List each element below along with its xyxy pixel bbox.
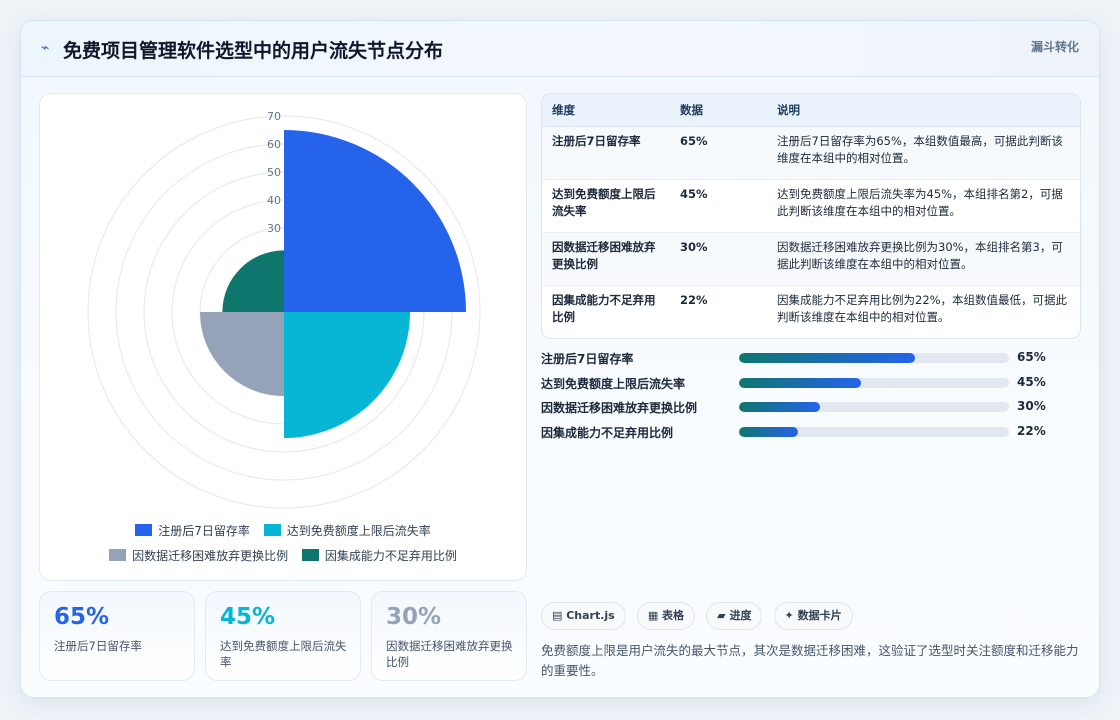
legend-swatch-3 [301, 549, 319, 561]
polar-chart-panel: 30 40 50 60 70 注册后7日留存率 达到免费额度上限后流失率 因数据迁移困难… [39, 93, 527, 581]
progress-fill [739, 353, 915, 363]
progress-value: 22% [1017, 423, 1046, 438]
radial-tick-label: 30 [267, 222, 281, 235]
progress-fill [739, 426, 799, 437]
cell-value: 45% [670, 179, 767, 233]
radial-tick-label: 50 [267, 166, 281, 179]
cell-dimension: 因数据迁移困难放弃更换比例 [542, 232, 670, 286]
progress-fill [739, 402, 820, 412]
cell-description: 因数据迁移困难放弃更换比例为30%，本组排名第3，可据此判断该维度在本组中的相对… [767, 232, 1080, 286]
dashboard-card: ⌁ 免费项目管理软件选型中的用户流失节点分布 漏斗转化 30 40 50 60 70 注… [20, 20, 1100, 698]
chip-chartjs[interactable]: ▤ Chart.js [541, 602, 626, 630]
kpi-value: 30% [386, 604, 442, 630]
tech-chips: ▤ Chart.js ▦ 表格 ▰ 进度 ✦ 数据卡片 [541, 602, 859, 630]
legend-label: 达到免费额度上限后流失率 [286, 524, 431, 538]
kpi-label: 注册后7日留存率 [54, 639, 142, 653]
polar-area-chart: 30 40 50 60 70 [87, 110, 481, 509]
progress-label: 达到免费额度上限后流失率 [541, 376, 686, 391]
progress-label: 注册后7日留存率 [541, 352, 634, 366]
cell-value: 65% [670, 126, 767, 180]
legend-swatch-2 [109, 549, 127, 561]
legend-label: 注册后7日留存率 [158, 524, 250, 538]
polar-segment-1[interactable] [284, 312, 410, 438]
data-table: 维度 数据 说明 注册后7日留存率 65% 注册后7日留存率为65%，本组数值最… [541, 93, 1081, 339]
header-tag: 漏斗转化 [1030, 40, 1079, 54]
progress-list: 注册后7日留存率 65% 达到免费额度上限后流失率 45% 因数据迁移困难放弃更… [541, 348, 1081, 446]
chart-legend: 注册后7日留存率 达到免费额度上限后流失率 因数据迁移困难放弃更换比例 因集成能… [40, 522, 526, 564]
summary-text: 免费额度上限是用户流失的最大节点，其次是数据迁移困难，这验证了选型时关注额度和迁… [541, 643, 1079, 678]
progress-track [739, 402, 1009, 412]
radial-tick-label: 40 [267, 194, 281, 207]
polar-segment-3[interactable] [222, 250, 284, 312]
progress-value: 65% [1017, 350, 1046, 364]
legend-label: 因数据迁移困难放弃更换比例 [132, 549, 289, 563]
legend-item[interactable]: 达到免费额度上限后流失率 [263, 522, 431, 539]
kpi-value: 45% [220, 604, 276, 630]
kpi-card: 65% 注册后7日留存率 [39, 591, 195, 681]
table-row: 达到免费额度上限后流失率 45% 达到免费额度上限后流失率为45%，本组排名第2… [542, 179, 1080, 233]
progress-row: 因数据迁移困难放弃更换比例 30% [541, 397, 1081, 422]
cell-description: 达到免费额度上限后流失率为45%，本组排名第2，可据此判断该维度在本组中的相对位… [767, 179, 1080, 233]
cell-dimension: 达到免费额度上限后流失率 [542, 179, 670, 233]
table-row: 因数据迁移困难放弃更换比例 30% 因数据迁移困难放弃更换比例为30%，本组排名… [542, 232, 1080, 286]
legend-row-1: 注册后7日留存率 达到免费额度上限后流失率 [40, 522, 526, 539]
chip-progress[interactable]: ▰ 进度 [706, 602, 763, 630]
column-header: 说明 [767, 94, 1080, 127]
legend-label: 因集成能力不足弃用比例 [324, 549, 457, 563]
chip-data-card[interactable]: ✦ 数据卡片 [773, 602, 853, 630]
progress-fill [739, 377, 861, 388]
legend-row-2: 因数据迁移困难放弃更换比例 因集成能力不足弃用比例 [40, 547, 526, 564]
progress-label: 因集成能力不足弃用比例 [541, 425, 674, 440]
progress-value: 45% [1017, 374, 1046, 389]
page-title: 免费项目管理软件选型中的用户流失节点分布 [63, 40, 444, 62]
kpi-value: 65% [54, 604, 110, 630]
progress-row: 因集成能力不足弃用比例 22% [541, 422, 1081, 447]
kpi-card: 45% 达到免费额度上限后流失率 [205, 591, 361, 681]
pulse-icon: ⌁ [41, 40, 50, 56]
radial-tick-label: 60 [267, 138, 281, 151]
legend-swatch-1 [263, 524, 281, 536]
kpi-label: 达到免费额度上限后流失率 [220, 639, 347, 669]
legend-swatch-0 [135, 524, 153, 536]
cell-description: 注册后7日留存率为65%，本组数值最高，可据此判断该维度在本组中的相对位置。 [767, 126, 1080, 180]
column-header: 维度 [542, 94, 670, 127]
progress-row: 注册后7日留存率 65% [541, 348, 1081, 373]
kpi-label: 因数据迁移困难放弃更换比例 [386, 639, 513, 669]
table-row: 注册后7日留存率 65% 注册后7日留存率为65%，本组数值最高，可据此判断该维… [542, 126, 1080, 180]
progress-row: 达到免费额度上限后流失率 45% [541, 373, 1081, 398]
radial-tick-label: 70 [267, 110, 281, 123]
cell-dimension: 注册后7日留存率 [542, 126, 670, 180]
progress-value: 30% [1017, 399, 1046, 413]
progress-track [739, 353, 1009, 363]
polar-segment-2[interactable] [200, 312, 284, 396]
cell-description: 因集成能力不足弃用比例为22%，本组数值最低，可据此判断该维度在本组中的相对位置… [777, 292, 1068, 324]
column-header: 数据 [670, 94, 767, 127]
cell-dimension: 因集成能力不足弃用比例 [552, 292, 656, 324]
table-row: 因集成能力不足弃用比例 22% 因集成能力不足弃用比例为22%，本组数值最低，可… [542, 285, 1080, 338]
progress-track [739, 426, 1009, 437]
legend-item[interactable]: 因数据迁移困难放弃更换比例 [109, 547, 288, 564]
legend-item[interactable]: 因集成能力不足弃用比例 [301, 547, 457, 564]
progress-track [739, 377, 1009, 388]
chip-table[interactable]: ▦ 表格 [636, 602, 696, 630]
header: ⌁ 免费项目管理软件选型中的用户流失节点分布 漏斗转化 [21, 21, 1099, 77]
polar-segment-0[interactable] [284, 130, 466, 312]
kpi-card: 30% 因数据迁移困难放弃更换比例 [371, 591, 527, 681]
progress-label: 因数据迁移困难放弃更换比例 [541, 401, 698, 415]
cell-value: 30% [670, 232, 767, 286]
cell-value: 22% [680, 292, 708, 307]
legend-item[interactable]: 注册后7日留存率 [135, 522, 250, 539]
table-header-row: 维度 数据 说明 [542, 94, 1080, 127]
